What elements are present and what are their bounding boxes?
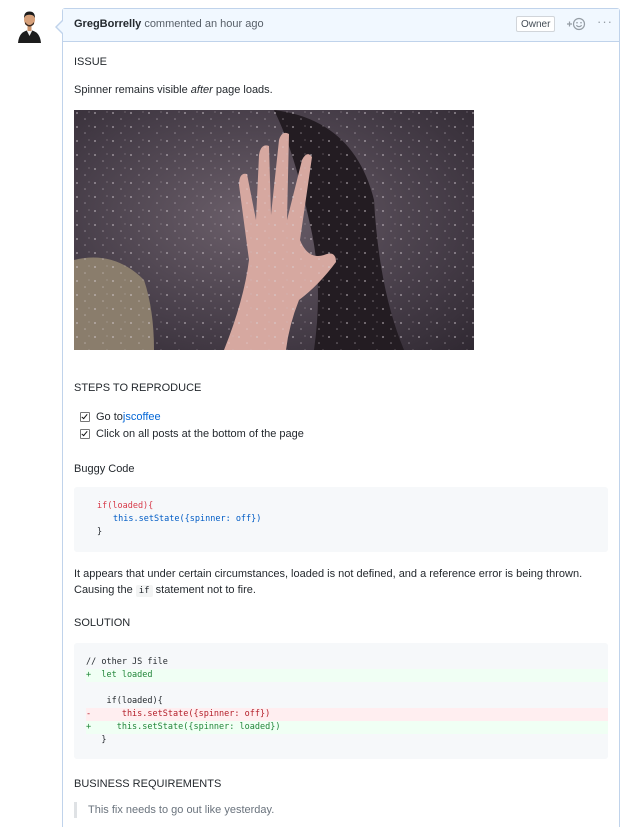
owner-badge: Owner: [516, 16, 556, 32]
code-line: if(loaded){: [86, 696, 163, 706]
comment-card: GregBorrelly commented an hour ago Owner…: [55, 8, 620, 827]
diff-added-line: + let loaded: [86, 669, 608, 682]
issue-text: Spinner remains visible after page loads…: [74, 84, 273, 96]
jscoffee-link[interactable]: jscoffee: [123, 411, 161, 423]
business-heading: BUSINESS REQUIREMENTS: [74, 778, 222, 790]
code-line: }: [86, 735, 107, 745]
diff-added-line: + this.setState({spinner: loaded}): [86, 721, 608, 734]
comment-header: GregBorrelly commented an hour ago Owner…: [63, 9, 619, 42]
comment-action: commented an hour ago: [144, 18, 264, 30]
buggy-code-heading: Buggy Code: [74, 463, 135, 475]
author-link[interactable]: GregBorrelly: [74, 18, 141, 30]
blockquote: This fix needs to go out like yesterday.: [74, 802, 608, 818]
buggy-code-block: if(loaded){ this.setState({spinner: off}…: [74, 487, 608, 552]
solution-heading: SOLUTION: [74, 617, 131, 629]
task-item: Go to jscoffee: [80, 409, 161, 425]
comment-meta: GregBorrelly commented an hour ago: [74, 18, 264, 30]
task-item: Click on all posts at the bottom of the …: [80, 426, 304, 442]
code-line: }: [97, 527, 103, 537]
more-options-button[interactable]: ···: [597, 14, 613, 29]
avatar[interactable]: [16, 7, 43, 43]
code-line: this.setState({spinner: off}): [113, 514, 262, 524]
issue-image: [74, 110, 474, 350]
code-line: if(loaded){: [97, 501, 154, 511]
steps-heading: STEPS TO REPRODUCE: [74, 382, 202, 394]
diff-removed-line: - this.setState({spinner: off}): [86, 708, 608, 721]
explanation-text: It appears that under certain circumstan…: [74, 568, 583, 597]
solution-code-block: // other JS file + let loaded if(loaded)…: [74, 643, 608, 759]
task-checkbox[interactable]: [80, 429, 90, 439]
add-reaction-button[interactable]: [565, 16, 589, 32]
task-checkbox[interactable]: [80, 412, 90, 422]
inline-code: if: [135, 585, 153, 597]
code-line: // other JS file: [86, 657, 168, 667]
smiley-plus-icon: [567, 17, 586, 31]
issue-heading: ISSUE: [74, 56, 108, 68]
